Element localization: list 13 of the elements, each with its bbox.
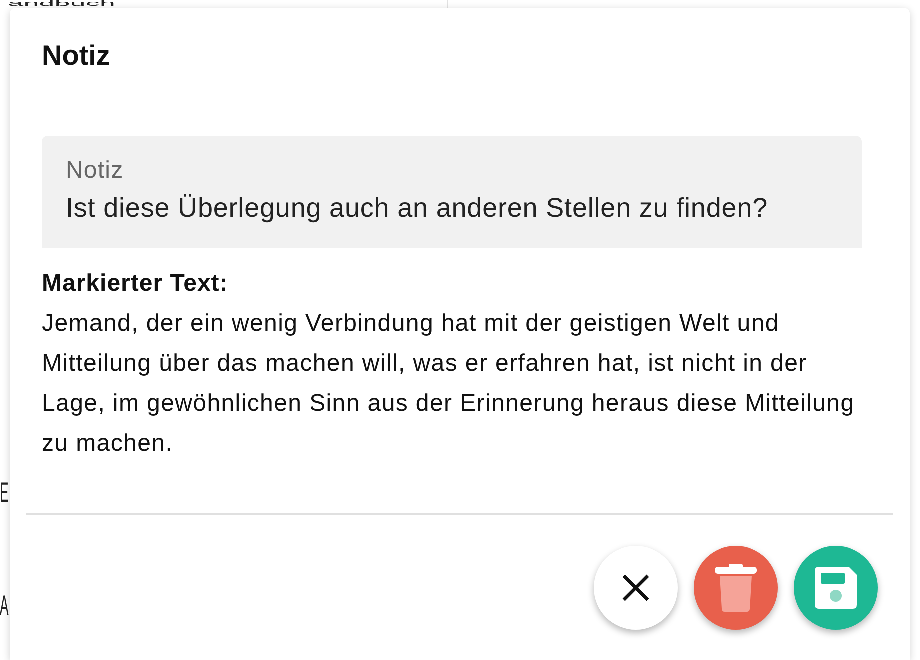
close-button[interactable] bbox=[594, 546, 678, 630]
page-text: A bbox=[0, 590, 9, 622]
close-icon bbox=[622, 574, 650, 602]
trash-can-icon bbox=[715, 564, 757, 612]
delete-button[interactable] bbox=[694, 546, 778, 630]
save-button[interactable] bbox=[794, 546, 878, 630]
field-value: Ist diese Überlegung auch an anderen Stellen zu finden? bbox=[66, 192, 768, 224]
field-label: Notiz bbox=[66, 157, 124, 185]
marked-text-label: Markierter Text: bbox=[42, 269, 228, 299]
dialog-title: Notiz bbox=[42, 39, 110, 73]
page-text: E bbox=[0, 477, 9, 509]
note-field[interactable]: Notiz Ist diese Überlegung auch an anderen Stellen zu finden? bbox=[42, 136, 862, 248]
marked-text: Jemand, der ein wenig Verbindung hat mit der geistigen Welt und Mitteilung über das machen will, was er erfahren hat, ist nicht in der Lage, im gewöhnlichen Sinn aus der Erinnerung heraus diese Mitteilung zu machen. bbox=[42, 309, 856, 459]
